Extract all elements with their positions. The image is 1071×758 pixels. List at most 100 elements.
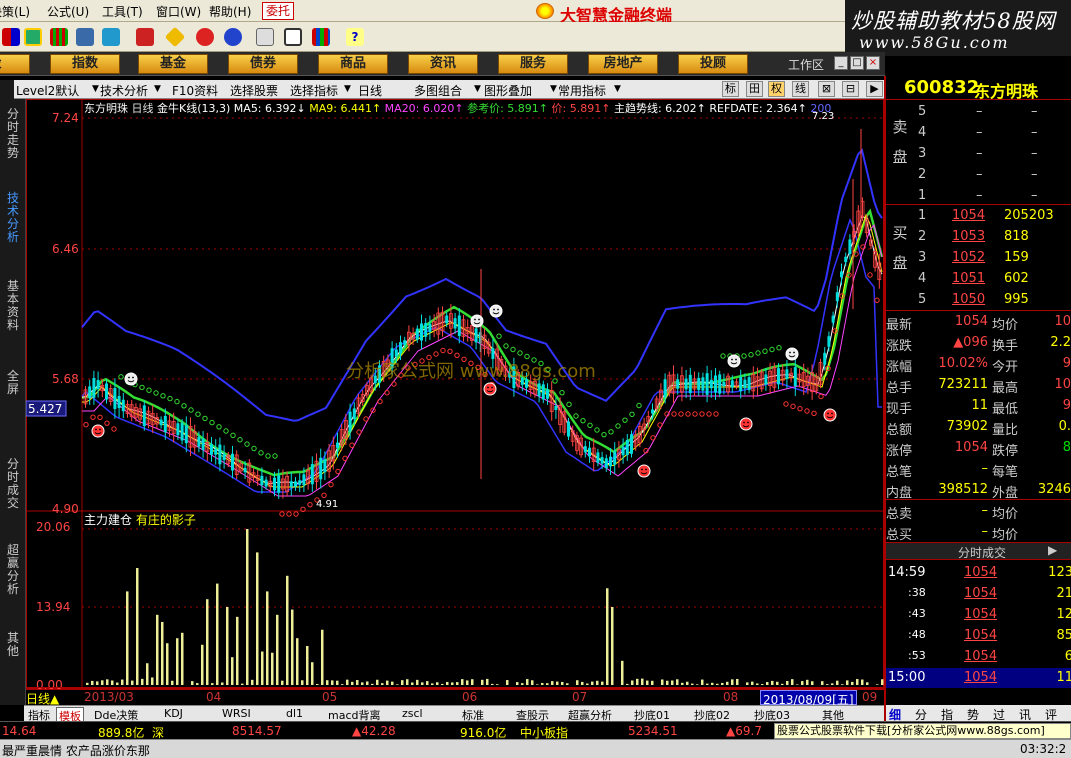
promo-banner[interactable]: 股票公式股票软件下载[分析家公式网www.88gs.com] [774, 723, 1071, 739]
fire-icon[interactable] [196, 28, 214, 46]
chartbar-button-4[interactable]: ⊠ [818, 81, 835, 97]
arrow-icon[interactable] [102, 28, 120, 46]
chartbar-button-2[interactable]: 权 [768, 81, 785, 97]
dropdown-arrow-icon[interactable]: ▼ [154, 84, 161, 94]
left-tab-0[interactable]: 分时走势 [5, 108, 21, 160]
buy-level[interactable]: 2 1053 818 [886, 227, 1071, 247]
chartbar-item-7[interactable]: 图形叠加 [484, 82, 532, 99]
menu-item-3[interactable]: 窗口(W) [156, 3, 201, 20]
kline-chart[interactable]: 7.246.465.684.9020.0613.940.00 分析家公式网 ww… [26, 99, 884, 689]
quote-tab-1[interactable]: 分 [915, 706, 927, 723]
category-3[interactable]: 债券 [228, 54, 298, 74]
hat-icon[interactable] [136, 28, 154, 46]
buy-level[interactable]: 3 1052 159 [886, 248, 1071, 268]
chartbar-button-0[interactable]: 标 [722, 81, 739, 97]
chartbar-button-3[interactable]: 线 [792, 81, 809, 97]
buy-level[interactable]: 1 1054 205203 [886, 206, 1071, 226]
buy-level[interactable]: 4 1051 602 [886, 269, 1071, 289]
chartbar-button-5[interactable]: ⊟ [842, 81, 859, 97]
left-tab-5[interactable]: 超赢分析 [5, 544, 21, 596]
trade-row[interactable]: :48 1054 85 [886, 626, 1071, 646]
category-8[interactable]: 投顾 [678, 54, 748, 74]
news-icon[interactable] [256, 28, 274, 46]
buy-level[interactable]: 5 1050 995 [886, 290, 1071, 310]
dropdown-arrow-icon[interactable]: ▼ [550, 84, 557, 94]
sell-level[interactable]: 2 – – [886, 165, 1071, 185]
dropdown-arrow-icon[interactable]: ▼ [92, 84, 99, 94]
category-2[interactable]: 基金 [138, 54, 208, 74]
chartbar-item-1[interactable]: 技术分析 [100, 82, 148, 99]
category-7[interactable]: 房地产 [588, 54, 658, 74]
minimize-button[interactable]: _ [834, 56, 848, 70]
category-5[interactable]: 资讯 [408, 54, 478, 74]
workzone-label[interactable]: 工作区 [788, 56, 824, 73]
stat-label: 现手 [886, 402, 913, 417]
menu-item-4[interactable]: 帮助(H) [209, 3, 251, 20]
quote-tab-3[interactable]: 势 [967, 706, 979, 723]
trade-row[interactable]: :38 1054 21 [886, 584, 1071, 604]
sell-level[interactable]: 4 – – [886, 123, 1071, 143]
trade-row[interactable]: 14:59 1054 123 [886, 563, 1071, 583]
left-tab-6[interactable]: 其他 [5, 632, 21, 658]
quote-tab-4[interactable]: 过 [993, 706, 1005, 723]
quote-tab-6[interactable]: 评 [1045, 706, 1057, 723]
red-blue-icon[interactable] [2, 28, 20, 46]
flag-icon[interactable] [24, 28, 42, 46]
indicator-tab-4[interactable]: WRSI [222, 707, 251, 720]
dropdown-arrow-icon[interactable]: ▼ [614, 84, 621, 94]
category-0[interactable]: 股 [0, 54, 30, 74]
indicator-tab-3[interactable]: KDJ [164, 707, 183, 720]
sell-level[interactable]: 5 – – [886, 102, 1071, 122]
level-vol: 602 [1004, 271, 1029, 286]
trade-row[interactable]: 15:00 1054 11 [886, 668, 1071, 688]
trade-price: 1054 [964, 628, 998, 643]
menu-item-2[interactable]: 工具(T) [102, 3, 143, 20]
dropdown-arrow-icon[interactable]: ▼ [344, 84, 351, 94]
chartbar-item-0[interactable]: Level2默认 [16, 82, 79, 99]
trades-header[interactable]: 分时成交 ▶ [886, 542, 1071, 560]
dropdown-arrow-icon[interactable]: ▼ [474, 84, 481, 94]
play-icon[interactable]: ▶ [1048, 543, 1057, 557]
menu-entrust[interactable]: 委托 [262, 2, 295, 20]
disc-icon[interactable] [224, 28, 242, 46]
left-tab-4[interactable]: 分时成交 [5, 458, 21, 510]
sell-level[interactable]: 1 – – [886, 186, 1071, 206]
left-tab-2[interactable]: 基本资料 [5, 280, 21, 332]
indicator-tab-7[interactable]: zscl [402, 707, 423, 720]
category-1[interactable]: 指数 [50, 54, 120, 74]
stock-name[interactable]: 东方明珠 [974, 78, 1038, 102]
left-tab-3[interactable]: 全屏 [5, 370, 21, 396]
trade-row[interactable]: :53 1054 6 [886, 647, 1071, 667]
maximize-button[interactable]: □ [850, 56, 864, 70]
window-icon[interactable] [284, 28, 302, 46]
people-icon[interactable] [76, 28, 94, 46]
close-button[interactable]: × [866, 56, 880, 70]
left-tab-1[interactable]: 技术分析 [5, 192, 21, 244]
bars-icon[interactable] [50, 28, 68, 46]
quote-tab-5[interactable]: 讯 [1019, 706, 1031, 723]
level-vol: 818 [1004, 229, 1029, 244]
category-4[interactable]: 商品 [318, 54, 388, 74]
chartbar-item-5[interactable]: 日线 [358, 82, 382, 99]
chartbar-item-3[interactable]: 选择股票 [230, 82, 278, 99]
volume-bar [431, 683, 434, 685]
news-ticker[interactable]: 最严重晨情 农产品涨价东那 03:32:2 [0, 739, 1071, 758]
chartbar-item-2[interactable]: F10资料 [172, 82, 218, 99]
diamond-icon[interactable] [164, 26, 186, 48]
menu-item-1[interactable]: 公式(U) [47, 3, 89, 20]
quote-tab-0[interactable]: 细 [889, 706, 901, 723]
chartbar-item-8[interactable]: 常用指标 [558, 82, 606, 99]
category-6[interactable]: 服务 [498, 54, 568, 74]
indicator-tab-5[interactable]: dl1 [286, 707, 303, 720]
chartbar-item-6[interactable]: 多图组合 [414, 82, 462, 99]
sell-level[interactable]: 3 – – [886, 144, 1071, 164]
menu-item-0[interactable]: 决策(L) [0, 3, 30, 20]
trade-row[interactable]: :43 1054 12 [886, 605, 1071, 625]
chartbar-button-6[interactable]: ▶ [866, 81, 883, 97]
chartbar-button-1[interactable]: 田 [746, 81, 763, 97]
quote-tab-2[interactable]: 指 [941, 706, 953, 723]
stock-code[interactable]: 600832 [904, 77, 979, 98]
chartbar-item-4[interactable]: 选择指标 [290, 82, 338, 99]
help-icon[interactable]: ? [346, 28, 364, 46]
books-icon[interactable] [312, 28, 330, 46]
